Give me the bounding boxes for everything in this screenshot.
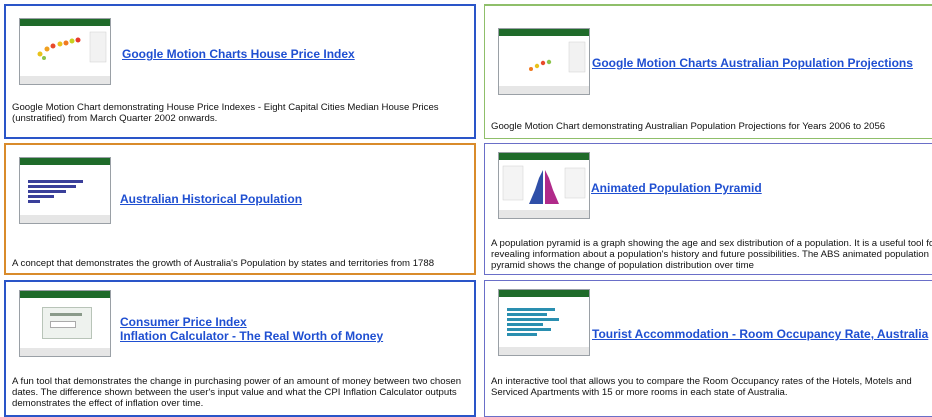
- population-pyramid-description: A population pyramid is a graph showing …: [491, 238, 932, 271]
- card-cpi-calculator: Consumer Price Index Inflation Calculato…: [4, 280, 476, 417]
- population-projections-description: Google Motion Chart demonstrating Austra…: [491, 121, 886, 132]
- population-projections-thumbnail[interactable]: [498, 28, 590, 95]
- tourist-accommodation-description: An interactive tool that allows you to c…: [491, 376, 912, 398]
- historical-population-link[interactable]: Australian Historical Population: [120, 192, 302, 207]
- card-population-projections: Google Motion Charts Australian Populati…: [484, 4, 932, 139]
- card-population-pyramid: Animated Population Pyramid A population…: [484, 143, 932, 275]
- population-pyramid-thumbnail[interactable]: [498, 152, 590, 219]
- tourist-accommodation-thumbnail[interactable]: [498, 289, 590, 356]
- cpi-calculator-thumbnail[interactable]: [19, 290, 111, 357]
- historical-population-thumbnail[interactable]: [19, 157, 111, 224]
- historical-population-description: A concept that demonstrates the growth o…: [12, 258, 435, 269]
- card-historical-population: Australian Historical Population A conce…: [4, 143, 476, 275]
- cpi-link[interactable]: Consumer Price Index: [120, 315, 247, 330]
- tourist-accommodation-link[interactable]: Tourist Accommodation - Room Occupancy R…: [592, 327, 928, 342]
- population-projections-link[interactable]: Google Motion Charts Australian Populati…: [592, 56, 913, 71]
- card-tourist-accommodation: Tourist Accommodation - Room Occupancy R…: [484, 280, 932, 417]
- cpi-calculator-description: A fun tool that demonstrates the change …: [12, 376, 462, 409]
- house-price-thumbnail[interactable]: [19, 18, 111, 85]
- house-price-index-description: Google Motion Chart demonstrating House …: [12, 102, 439, 124]
- house-price-index-link[interactable]: Google Motion Charts House Price Index: [122, 47, 355, 62]
- card-house-price-index: Google Motion Charts House Price Index G…: [4, 4, 476, 139]
- population-pyramid-link[interactable]: Animated Population Pyramid: [591, 181, 762, 196]
- inflation-calculator-link[interactable]: Inflation Calculator - The Real Worth of…: [120, 329, 383, 344]
